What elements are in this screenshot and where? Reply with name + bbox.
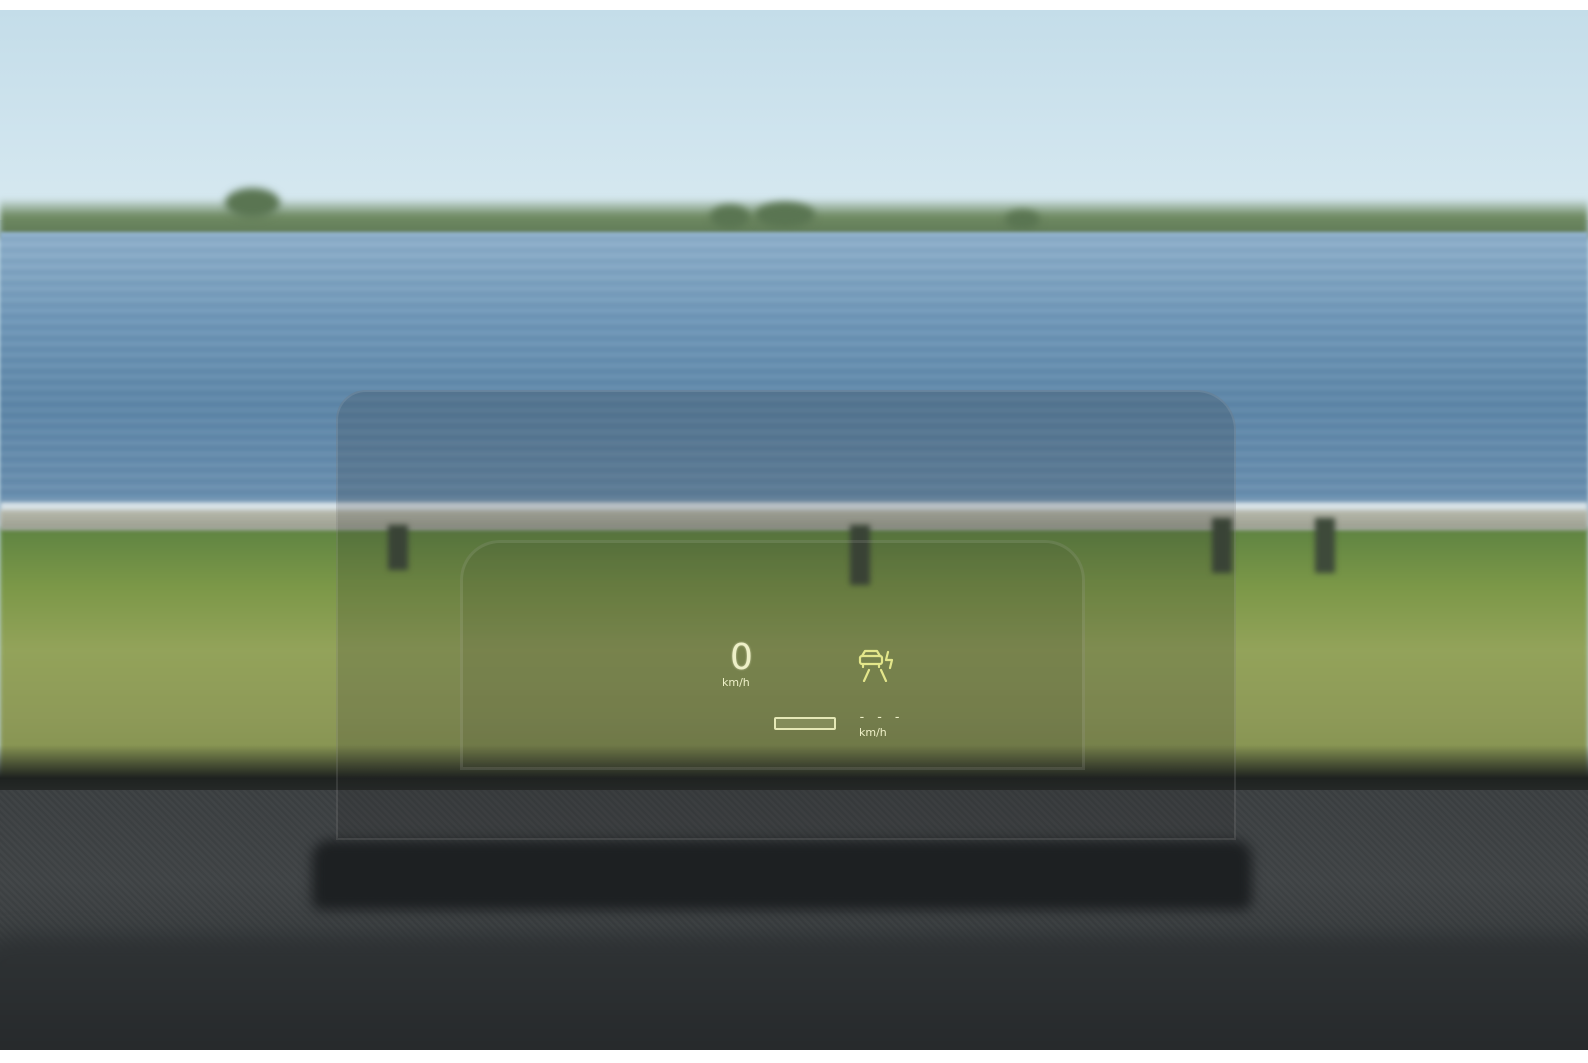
photo-scene: 0 km/h - - - km/h xyxy=(0,10,1588,1050)
hud-projector-slot xyxy=(312,840,1252,910)
lane-assist-car-icon xyxy=(858,649,894,682)
tree xyxy=(755,202,815,228)
head-up-display: 0 km/h - - - km/h xyxy=(700,630,930,750)
hud-level-bar xyxy=(774,717,836,730)
set-speed-unit: km/h xyxy=(859,726,887,739)
set-speed-value: - - - xyxy=(858,710,903,725)
speed-value: 0 xyxy=(730,637,753,678)
rail-post xyxy=(1315,518,1335,573)
speed-unit: km/h xyxy=(722,676,750,689)
sky xyxy=(0,10,1588,220)
dashboard-foreground xyxy=(0,935,1588,1050)
tree xyxy=(710,205,750,229)
tree xyxy=(1005,210,1040,230)
tree xyxy=(225,188,280,218)
